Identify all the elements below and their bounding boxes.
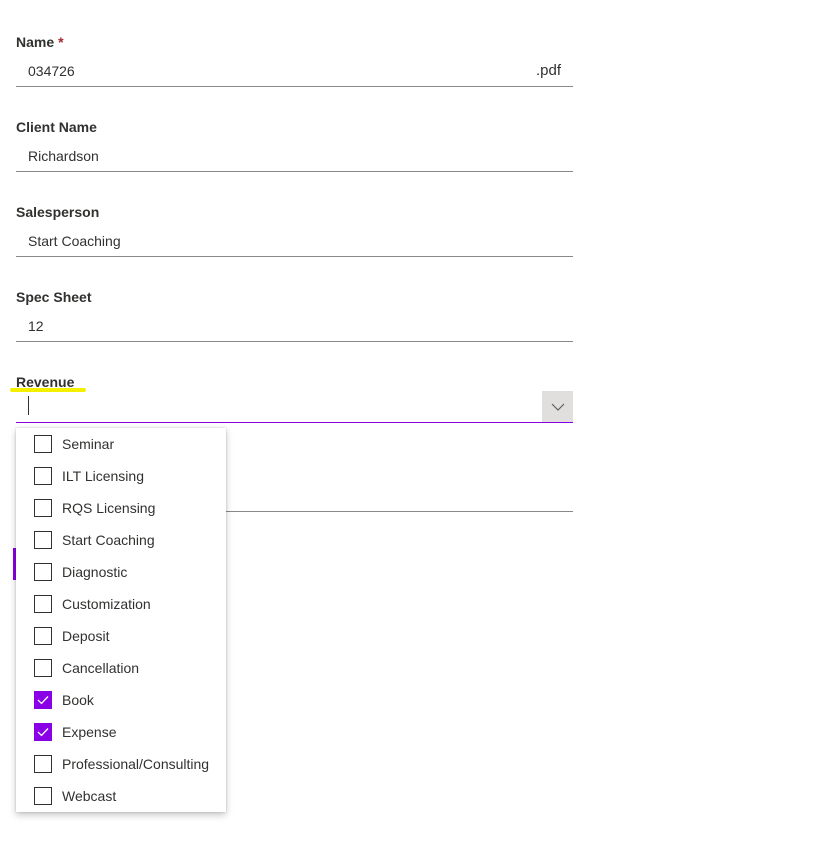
- checkmark-icon: [37, 728, 49, 737]
- option-label: RQS Licensing: [62, 500, 156, 516]
- checkbox[interactable]: [34, 787, 52, 805]
- dropdown-option-professional-consulting[interactable]: Professional/Consulting: [16, 748, 226, 780]
- option-label: Expense: [62, 724, 117, 740]
- checkbox[interactable]: [34, 755, 52, 773]
- checkbox[interactable]: [34, 659, 52, 677]
- name-label-text: Name: [16, 34, 55, 50]
- dropdown-option-cancellation[interactable]: Cancellation: [16, 652, 226, 684]
- spec-sheet-input[interactable]: 12: [28, 318, 44, 334]
- option-label: Book: [62, 692, 94, 708]
- dropdown-option-webcast[interactable]: Webcast: [16, 780, 226, 812]
- option-label: Webcast: [62, 788, 117, 804]
- name-input[interactable]: 034726: [28, 63, 75, 79]
- client-name-label: Client Name: [16, 119, 97, 135]
- client-name-input[interactable]: Richardson: [28, 148, 99, 164]
- checkmark-icon: [37, 696, 49, 705]
- salesperson-underline: [16, 256, 573, 257]
- salesperson-label: Salesperson: [16, 204, 100, 220]
- spec-sheet-label: Spec Sheet: [16, 289, 92, 305]
- option-label: Seminar: [62, 436, 115, 452]
- required-mark: *: [58, 34, 64, 50]
- dropdown-option-customization[interactable]: Customization: [16, 588, 226, 620]
- option-label: Professional/Consulting: [62, 756, 210, 772]
- option-label: Diagnostic: [62, 564, 128, 580]
- checkbox[interactable]: [34, 499, 52, 517]
- checkbox[interactable]: [34, 435, 52, 453]
- option-label: Deposit: [62, 628, 110, 644]
- checkbox[interactable]: [34, 723, 52, 741]
- dropdown-option-ilt-licensing[interactable]: ILT Licensing: [16, 460, 226, 492]
- checkbox[interactable]: [34, 691, 52, 709]
- revenue-underline: [16, 422, 573, 423]
- revenue-field: Revenue: [10, 372, 573, 428]
- dropdown-option-seminar[interactable]: Seminar: [16, 428, 226, 460]
- dropdown-option-deposit[interactable]: Deposit: [16, 620, 226, 652]
- checkbox[interactable]: [34, 563, 52, 581]
- checkbox[interactable]: [34, 627, 52, 645]
- option-label: ILT Licensing: [62, 468, 144, 484]
- option-label: Customization: [62, 596, 151, 612]
- option-label: Start Coaching: [62, 532, 155, 548]
- checkbox[interactable]: [34, 531, 52, 549]
- dropdown-option-expense[interactable]: Expense: [16, 716, 226, 748]
- revenue-dropdown-button[interactable]: [542, 391, 573, 422]
- name-underline: [16, 86, 573, 87]
- name-label: Name *: [16, 34, 64, 50]
- dropdown-option-book[interactable]: Book: [16, 684, 226, 716]
- option-label: Cancellation: [62, 660, 140, 676]
- dropdown-option-rqs-licensing[interactable]: RQS Licensing: [16, 492, 226, 524]
- name-field: Name * 034726 .pdf: [16, 32, 573, 88]
- salesperson-field: Salesperson Start Coaching: [16, 202, 573, 258]
- name-suffix: .pdf: [535, 62, 561, 79]
- chevron-down-icon: [551, 403, 564, 411]
- revenue-label: Revenue: [16, 374, 75, 390]
- checkbox[interactable]: [34, 467, 52, 485]
- dropdown-option-start-coaching[interactable]: Start Coaching: [16, 524, 226, 556]
- spec-sheet-field: Spec Sheet 12: [16, 287, 573, 343]
- client-name-field: Client Name Richardson: [16, 117, 573, 173]
- text-caret: [28, 396, 29, 415]
- spec-sheet-underline: [16, 341, 573, 342]
- client-name-underline: [16, 171, 573, 172]
- salesperson-input[interactable]: Start Coaching: [28, 233, 121, 249]
- revenue-dropdown-menu: Seminar ILT Licensing RQS Licensing Star…: [16, 428, 226, 812]
- dropdown-option-diagnostic[interactable]: Diagnostic: [16, 556, 226, 588]
- checkbox[interactable]: [34, 595, 52, 613]
